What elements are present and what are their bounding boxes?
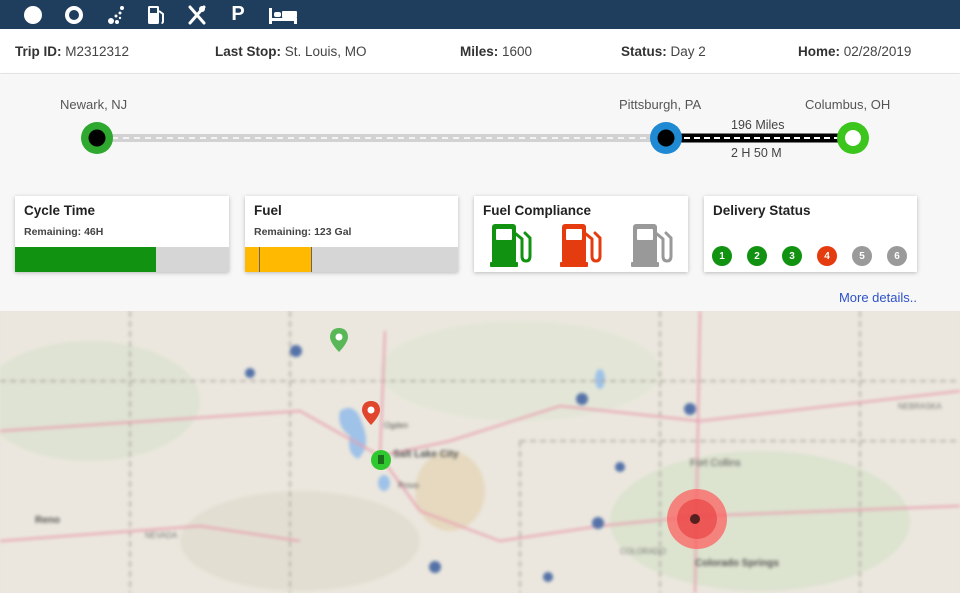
- fuel-bar: [245, 247, 458, 272]
- miles-value: 1600: [502, 44, 533, 59]
- fuel-bar-tick: [311, 247, 312, 272]
- map-label: Ogden: [384, 421, 408, 430]
- fuel-pump-icon: [631, 224, 673, 267]
- status-value: Day 2: [670, 44, 706, 59]
- cycle-time-title: Cycle Time: [24, 203, 96, 218]
- cycle-time-bar-fill: [15, 247, 157, 272]
- fuel-pump-icon: [490, 224, 532, 267]
- last-stop-value: St. Louis, MO: [284, 44, 367, 59]
- parking-letter: P: [231, 3, 245, 25]
- trip-id-value: M2312312: [65, 44, 130, 59]
- cycle-time-remaining: Remaining: 46H: [24, 226, 104, 238]
- segment-time: 2 H 50 M: [731, 146, 782, 160]
- trip-id-label: Trip ID:: [15, 44, 62, 59]
- map-label: NEVADA: [145, 531, 178, 540]
- map-alert-zone[interactable]: [663, 485, 731, 553]
- parking-icon[interactable]: P: [227, 3, 249, 26]
- fuel-title: Fuel: [254, 203, 282, 218]
- delivery-stop-badge[interactable]: 3: [782, 246, 802, 266]
- location-scatter-icon[interactable]: [104, 4, 126, 26]
- more-details-link[interactable]: More details..: [839, 290, 917, 305]
- origin-marker-center: [88, 129, 106, 147]
- destination-marker-center: [845, 130, 861, 146]
- map-fuel-marker-green[interactable]: [370, 448, 392, 472]
- cycle-time-bar: [15, 247, 229, 272]
- top-toolbar: P: [0, 0, 960, 29]
- delivery-stop-badge[interactable]: 1: [712, 246, 732, 266]
- delivery-stop-badge[interactable]: 5: [852, 246, 872, 266]
- segment-miles: 196 Miles: [731, 118, 785, 132]
- status-label: Status:: [621, 44, 667, 59]
- fuel-pump-icon: [560, 224, 602, 267]
- home-value: 02/28/2019: [843, 44, 912, 59]
- fuel-bar-tick: [259, 247, 260, 272]
- map-label: Salt Lake City: [393, 449, 459, 460]
- fuel-card[interactable]: Fuel Remaining: 123 Gal: [245, 196, 458, 272]
- last-stop: Last Stop: St. Louis, MO: [215, 44, 367, 59]
- map-label: NEBRASKA: [898, 402, 942, 411]
- delivery-stops: 1 2 3 4 5 6: [712, 246, 907, 266]
- fuel-compliance-card[interactable]: Fuel Compliance: [474, 196, 688, 272]
- delivery-stop-badge[interactable]: 4: [817, 246, 837, 266]
- map-label: Colorado Springs: [695, 558, 779, 569]
- miles-label: Miles:: [460, 44, 499, 59]
- delivery-stop-badge[interactable]: 2: [747, 246, 767, 266]
- delivery-status-card[interactable]: Delivery Status 1 2 3 4 5 6: [704, 196, 917, 272]
- trip-id: Trip ID: M2312312: [15, 44, 129, 59]
- home-label: Home:: [798, 44, 841, 59]
- fuel-bar-fill: [245, 247, 312, 272]
- map-label: Fort Collins: [690, 458, 741, 469]
- fuel-compliance-title: Fuel Compliance: [483, 203, 592, 218]
- map-label: Reno: [35, 515, 60, 526]
- ring-icon[interactable]: [63, 4, 85, 26]
- restaurant-icon[interactable]: [186, 4, 208, 26]
- bed-icon[interactable]: [268, 4, 298, 26]
- trip-info-bar: Trip ID: M2312312 Last Stop: St. Louis, …: [0, 29, 960, 74]
- dot-icon[interactable]: [22, 4, 44, 26]
- delivery-stop-badge[interactable]: 6: [887, 246, 907, 266]
- trip-panel: Newark, NJ Pittsburgh, PA Columbus, OH 1…: [0, 74, 960, 311]
- delivery-status-title: Delivery Status: [713, 203, 811, 218]
- fuel-station-icon[interactable]: [145, 4, 167, 26]
- map-marker-red[interactable]: [360, 400, 382, 426]
- current-location-marker-center: [657, 129, 675, 147]
- map-label: COLORADO: [620, 547, 666, 556]
- map-label: Provo: [398, 481, 419, 490]
- route-line: [81, 122, 869, 154]
- last-stop-label: Last Stop:: [215, 44, 281, 59]
- cycle-time-card[interactable]: Cycle Time Remaining: 46H: [15, 196, 229, 272]
- miles: Miles: 1600: [460, 44, 532, 59]
- map-marker-green[interactable]: [328, 327, 350, 353]
- home: Home: 02/28/2019: [798, 44, 911, 59]
- status: Status: Day 2: [621, 44, 706, 59]
- map-canvas: Salt Lake City Colorado Springs Fort Col…: [0, 311, 960, 593]
- fuel-remaining: Remaining: 123 Gal: [254, 226, 352, 238]
- map-view[interactable]: Salt Lake City Colorado Springs Fort Col…: [0, 311, 960, 593]
